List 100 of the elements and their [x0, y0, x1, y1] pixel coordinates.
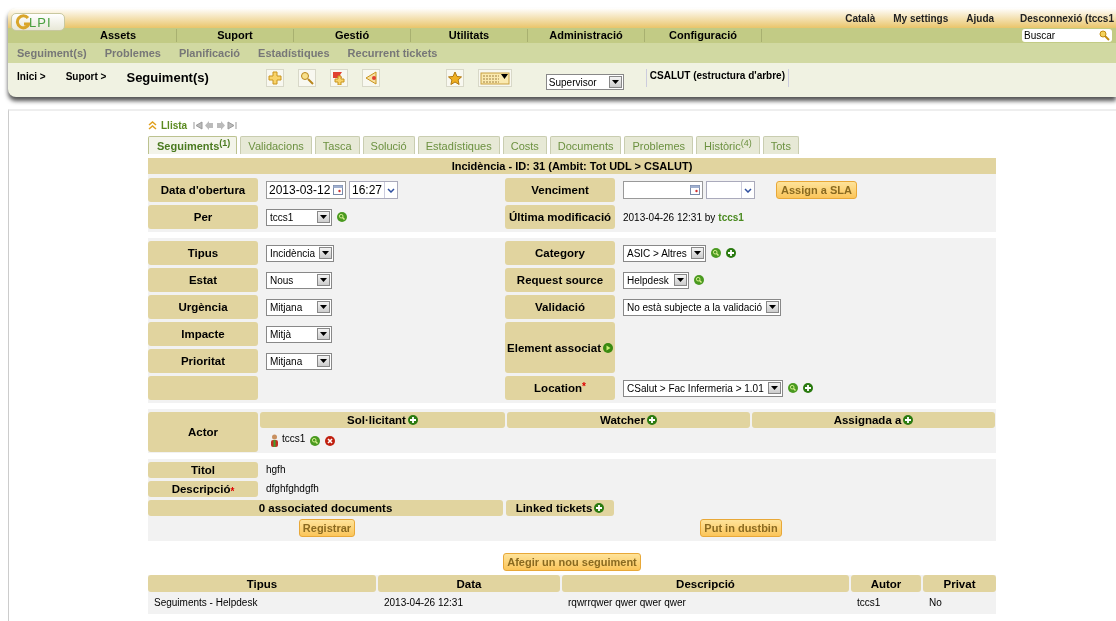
top-link[interactable]: My settings: [893, 12, 949, 24]
column-header: Privat: [923, 575, 996, 592]
linked-tickets-label: Linked tickets: [506, 499, 614, 516]
breadcrumb-link[interactable]: Inici >: [17, 71, 46, 82]
dropdown[interactable]: Incidència: [266, 244, 335, 262]
column-header: Assignada a: [752, 412, 995, 428]
caret-icon: [766, 301, 780, 313]
search-field[interactable]: Buscar: [1022, 29, 1112, 42]
dropdown[interactable]: Mitjana: [266, 298, 332, 316]
caret-icon: [767, 382, 781, 394]
field-label: Descripció*: [148, 480, 258, 497]
top-link[interactable]: Desconnexió (tccs1: [1020, 12, 1114, 24]
assign-sla-button[interactable]: Assign a SLA: [776, 181, 857, 199]
field-label: Request source: [505, 268, 615, 292]
logo-text: LPI: [29, 14, 52, 30]
dropdown[interactable]: Helpdesk: [623, 271, 689, 289]
field-value: hgfh: [266, 464, 286, 475]
time-dropdown[interactable]: [706, 181, 755, 199]
plus-flag-icon[interactable]: [329, 69, 348, 87]
menu-item[interactable]: Assets: [60, 29, 177, 42]
delete-icon[interactable]: [325, 435, 336, 446]
field-label: Estat: [148, 268, 258, 292]
table-cell-text: 2013-04-26 12:31: [383, 596, 464, 610]
add-followup-button[interactable]: Afegir un nou seguiment: [503, 553, 641, 571]
form-button[interactable]: Put in dustbin: [700, 519, 782, 537]
date-field[interactable]: 2013-03-12: [266, 181, 346, 199]
caret-icon: [674, 274, 687, 286]
tool-icon[interactable]: [310, 435, 321, 446]
next-icon[interactable]: [216, 120, 226, 130]
field-label: Actor: [148, 412, 258, 452]
dropdown[interactable]: Mitjà: [266, 325, 332, 343]
date-field[interactable]: [623, 181, 703, 199]
tab[interactable]: Seguiments$^{(1)}$: [148, 136, 238, 154]
table-cell-text: No: [928, 596, 943, 610]
field-label: Element associat: [505, 322, 615, 373]
previous-icon[interactable]: [205, 120, 215, 130]
dropdown[interactable]: ASIC > Altres: [623, 244, 706, 262]
caret-icon: [317, 301, 330, 313]
menu-item[interactable]: Gestió: [294, 29, 411, 42]
table-cell-text: rqwrrqwer qwer qwer qwer: [567, 596, 687, 610]
up-chevron-icon[interactable]: [148, 120, 157, 130]
caret-icon: [741, 182, 754, 198]
first-page-icon[interactable]: [193, 120, 204, 130]
field-label: Data d'obertura: [148, 178, 258, 202]
column-header: Sol·licitant: [260, 412, 505, 428]
add-icon[interactable]: [407, 415, 418, 425]
field-label: Prioritat: [148, 349, 258, 373]
menu-item[interactable]: Utilitats: [411, 29, 528, 42]
column-header: Data: [378, 575, 560, 592]
columns-icon[interactable]: [477, 69, 512, 87]
user-link[interactable]: tccs1: [718, 211, 744, 223]
dropdown[interactable]: Nous: [266, 271, 332, 289]
caret-icon: [317, 274, 330, 286]
page-title: Seguiment(s): [126, 70, 209, 85]
field-label: Location*: [505, 376, 615, 400]
time-dropdown[interactable]: 16:27: [349, 181, 398, 199]
entity-label: CSALUT (estructura d'arbre): [645, 69, 789, 87]
search-icon[interactable]: [297, 69, 316, 87]
top-link[interactable]: Ajuda: [966, 12, 995, 24]
play-icon[interactable]: [603, 342, 613, 353]
field-label: Category: [505, 241, 615, 265]
documents-label: 0 associated documents: [148, 499, 503, 516]
dropdown[interactable]: Mitjana: [266, 352, 332, 370]
menu-item[interactable]: Administració: [528, 29, 645, 42]
column-header: Autor: [851, 575, 921, 592]
caret-icon: [317, 211, 330, 223]
profile-dropdown[interactable]: Supervisor: [545, 74, 624, 90]
menu-item[interactable]: Suport: [177, 29, 294, 42]
column-header: Descripció: [562, 575, 849, 592]
star-icon[interactable]: [445, 69, 464, 87]
tool-icon[interactable]: [787, 383, 798, 393]
dropdown[interactable]: No està subjecte a la validació: [623, 298, 782, 316]
caret-icon: [384, 182, 397, 198]
breadcrumb-link[interactable]: Suport >: [65, 71, 107, 82]
dropdown[interactable]: CSalut > Fac Infermeria > 1.01: [623, 379, 783, 397]
tool-icon[interactable]: [694, 275, 704, 285]
user-name: tccs1: [282, 432, 306, 444]
person-icon: [270, 434, 279, 447]
field-label: Per: [148, 205, 258, 229]
add-icon[interactable]: [646, 415, 657, 425]
tool-icon[interactable]: [710, 248, 721, 258]
field-label: Última modificació: [505, 205, 615, 229]
last-page-icon[interactable]: [227, 120, 238, 130]
tool-icon[interactable]: [337, 212, 347, 222]
top-link[interactable]: Català: [845, 12, 876, 24]
dropdown[interactable]: tccs1: [266, 208, 332, 226]
menu-item[interactable]: Configuració: [645, 29, 762, 42]
field-label: Urgència: [148, 295, 258, 319]
field-label: Impacte: [148, 322, 258, 346]
ticket-title: Incidència - ID: 31 (Ambit: Tot UDL > CSALUT): [148, 158, 996, 174]
field-label: Tipus: [148, 241, 258, 265]
field-label: Venciment: [505, 178, 615, 202]
calendar-icon: [333, 185, 343, 195]
table-cell-text: Seguiments - Helpdesk: [153, 596, 259, 610]
caret-icon: [317, 355, 330, 367]
caret-icon: [608, 76, 622, 88]
field-value: dfghfghdgfh: [266, 483, 319, 494]
form-button[interactable]: Registrar: [298, 519, 356, 537]
calendar-icon: [690, 185, 700, 195]
list-link[interactable]: Llista: [161, 119, 188, 131]
